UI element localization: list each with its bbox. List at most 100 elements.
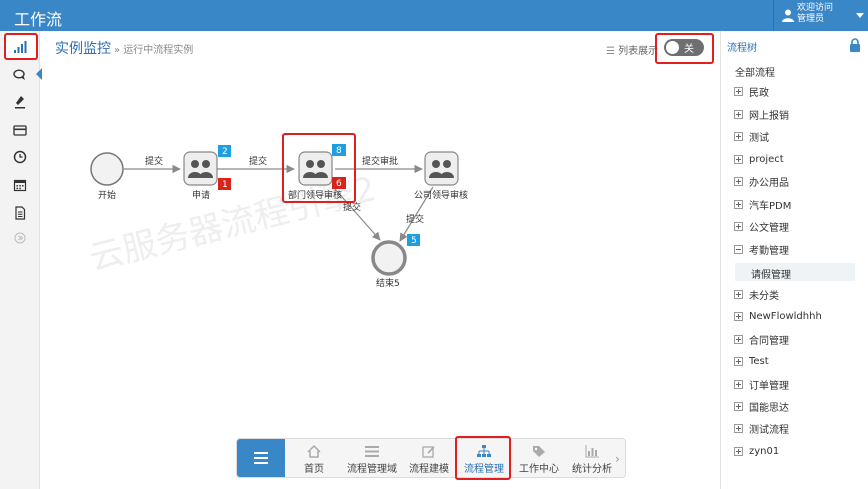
- sidebar-item-more[interactable]: [8, 227, 32, 249]
- tree-item[interactable]: 未分类: [734, 287, 779, 302]
- tree-item[interactable]: 办公用品: [734, 174, 789, 189]
- edit-icon: [422, 446, 435, 458]
- lock-icon[interactable]: [849, 38, 861, 52]
- card-icon: [13, 125, 27, 136]
- tree-item[interactable]: 公文管理: [734, 219, 789, 234]
- clock-icon: [13, 150, 27, 164]
- list-view-toggle[interactable]: 关: [664, 39, 704, 56]
- dock-item-modeling[interactable]: 流程建模: [405, 439, 453, 477]
- app-title: 工作流: [14, 10, 63, 29]
- page-title: 实例监控: [55, 41, 111, 57]
- expand-icon[interactable]: [734, 401, 743, 411]
- badge-red-count: 1: [222, 180, 228, 190]
- task-company-label: 公司领导审核: [414, 189, 468, 201]
- tree-item[interactable]: zyn01: [734, 444, 779, 458]
- sidebar-item-chat[interactable]: [8, 64, 32, 86]
- dock-item-domain[interactable]: 流程管理域: [342, 439, 402, 477]
- hamburger-icon: [254, 452, 268, 464]
- tree-item[interactable]: 合同管理: [734, 332, 789, 347]
- tree-item[interactable]: 民政: [734, 84, 769, 99]
- user-menu[interactable]: 欢迎访问 管理员: [773, 0, 868, 31]
- expand-icon[interactable]: [734, 154, 743, 164]
- sidebar-item-calendar[interactable]: [8, 174, 32, 196]
- tree-item[interactable]: 考勤管理: [734, 242, 789, 257]
- user-greeting: 欢迎访问: [797, 3, 834, 13]
- tree-item[interactable]: Test: [734, 354, 769, 368]
- sidebar-item-card[interactable]: [8, 119, 32, 141]
- org-chart-icon: [477, 445, 491, 457]
- start-event[interactable]: [90, 152, 124, 186]
- home-icon: [307, 445, 321, 458]
- dock-item-home[interactable]: 首页: [293, 439, 335, 477]
- edge-label: 提交: [249, 155, 267, 167]
- expand-icon[interactable]: [734, 423, 743, 433]
- process-tree-panel: 流程树 全部流程 民政 网上报销 测试 project 办公用品 汽车PDM 公…: [720, 31, 868, 489]
- end-event-label: 结束5: [376, 277, 400, 289]
- sidebar-item-statistics[interactable]: [8, 36, 32, 58]
- dock-item-process-management[interactable]: 流程管理: [459, 439, 509, 477]
- tree-item[interactable]: 网上报销: [734, 107, 789, 122]
- expand-icon[interactable]: [734, 199, 743, 209]
- collapse-icon[interactable]: [734, 244, 743, 254]
- sidebar-item-pen[interactable]: [8, 91, 32, 113]
- tree-title: 流程树: [727, 43, 757, 54]
- chat-icon: [13, 69, 25, 80]
- user-icon: [782, 9, 794, 22]
- toggle-label: 关: [684, 44, 694, 55]
- left-sidebar: [0, 31, 42, 489]
- tree-item[interactable]: 国能思达: [734, 399, 789, 414]
- list-icon: ☰: [606, 46, 615, 57]
- sidebar-item-clock[interactable]: [8, 146, 32, 168]
- expand-icon[interactable]: [734, 446, 743, 456]
- dock-item-statistics[interactable]: 统计分析: [569, 439, 615, 477]
- edge-label: 提交: [145, 155, 163, 167]
- dock-item-work-center[interactable]: 工作中心: [515, 439, 563, 477]
- expand-icon[interactable]: [734, 86, 743, 96]
- expand-icon[interactable]: [734, 311, 743, 321]
- sidebar-item-document[interactable]: [8, 202, 32, 224]
- toggle-knob: [666, 41, 679, 54]
- bottom-dock: 首页 流程管理域 流程建模 流程管理 工作中心 统计分析 ›: [236, 436, 626, 480]
- expand-icon[interactable]: [734, 379, 743, 389]
- badge-blue-count: 5: [411, 236, 417, 246]
- list-icon: [365, 446, 379, 457]
- tree-root[interactable]: 全部流程: [735, 64, 775, 79]
- process-diagram: 提交 提交 提交审批 提交 提交 开始 2 1 申请 8 6 部门领导审核 公司…: [90, 133, 468, 289]
- statistics-icon: [14, 41, 27, 53]
- badge-blue-count: 2: [222, 147, 228, 157]
- top-bar: 工作流 欢迎访问 管理员: [0, 0, 868, 31]
- tree-item[interactable]: 订单管理: [734, 377, 789, 392]
- tree-child-selected[interactable]: 请假管理: [735, 263, 855, 281]
- badge-blue-count: 8: [336, 146, 342, 156]
- expand-icon[interactable]: [734, 131, 743, 141]
- dock-menu-button[interactable]: [237, 439, 285, 477]
- list-view-label: ☰ 列表展示: [606, 46, 659, 57]
- document-icon: [15, 206, 26, 220]
- expand-icon[interactable]: [734, 289, 743, 299]
- calendar-icon: [13, 179, 27, 192]
- tag-icon: [533, 446, 545, 457]
- tree-item[interactable]: project: [734, 152, 784, 166]
- expand-icon[interactable]: [734, 109, 743, 119]
- tree-item[interactable]: 汽车PDM: [734, 197, 791, 212]
- expand-icon[interactable]: [734, 356, 743, 366]
- user-name: 管理员: [797, 14, 825, 24]
- task-dept-label: 部门领导审核: [288, 189, 342, 201]
- tree-item[interactable]: 测试流程: [734, 421, 789, 436]
- expand-icon[interactable]: [734, 176, 743, 186]
- tree-item[interactable]: 测试: [734, 129, 769, 144]
- badge-red-count: 6: [336, 179, 342, 189]
- task-company[interactable]: [424, 151, 459, 186]
- tree-item[interactable]: NewFlowldhhh: [734, 309, 822, 323]
- edge-label: 提交审批: [362, 155, 398, 167]
- chevron-right-icon[interactable]: ›: [615, 452, 620, 466]
- task-dept[interactable]: [298, 151, 333, 186]
- task-apply-label: 申请: [192, 189, 210, 201]
- expand-icon[interactable]: [734, 334, 743, 344]
- bar-chart-icon: [585, 445, 599, 458]
- end-event[interactable]: [371, 240, 407, 276]
- task-apply[interactable]: [183, 151, 218, 186]
- expand-icon[interactable]: [734, 221, 743, 231]
- more-icon: [14, 232, 26, 244]
- chevron-down-icon: [856, 13, 864, 18]
